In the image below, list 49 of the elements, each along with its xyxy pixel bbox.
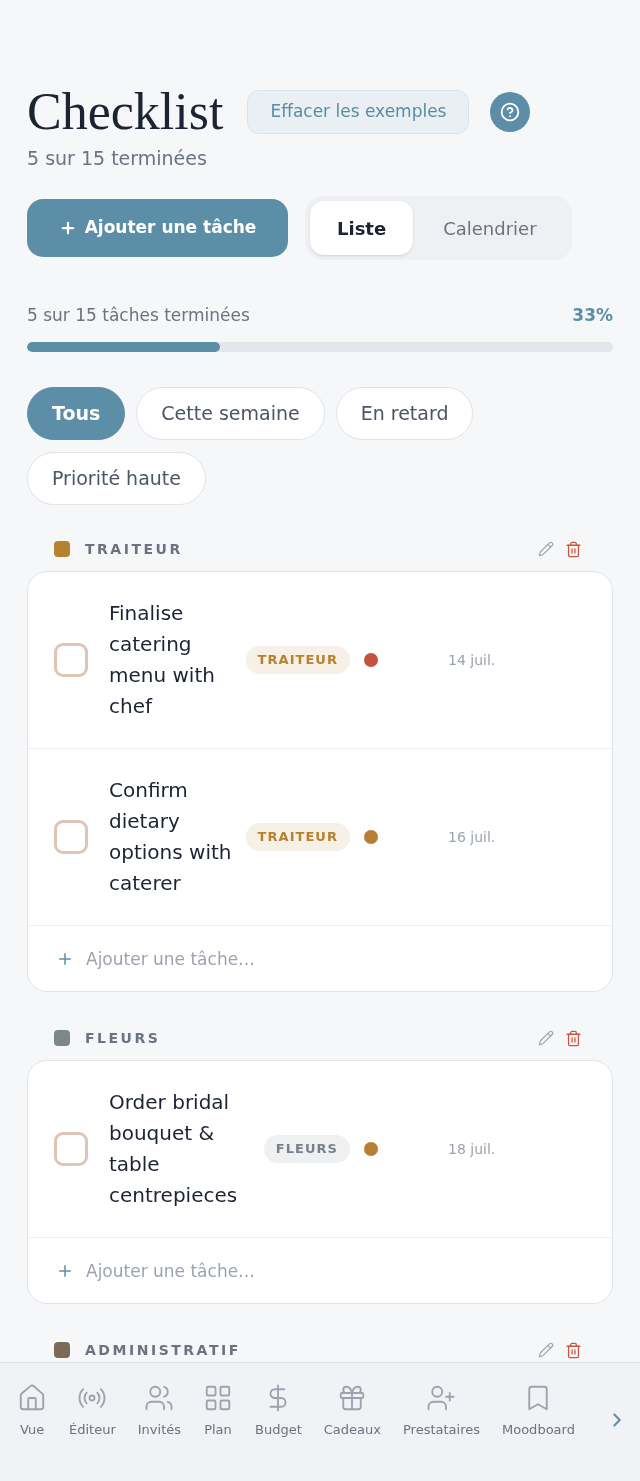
task-title: Finalise catering menu with chef	[109, 600, 216, 720]
clear-examples-button[interactable]: Effacer les exemples	[247, 90, 470, 134]
add-person-icon	[426, 1383, 457, 1413]
pencil-icon[interactable]	[538, 1342, 554, 1358]
page-title: Checklist	[27, 82, 224, 142]
view-tab[interactable]: Liste	[310, 201, 414, 255]
trash-icon[interactable]	[565, 540, 582, 558]
category-title: FLEURS	[85, 1028, 161, 1048]
filter-chip[interactable]: Cette semaine	[136, 387, 325, 440]
pencil-icon[interactable]	[538, 1030, 554, 1046]
trash-icon[interactable]	[565, 1341, 582, 1359]
category-tag: TRAITEUR	[245, 823, 350, 851]
progress-label: 5 sur 15 tâches terminées	[27, 304, 250, 327]
task-checkbox[interactable]	[54, 1132, 88, 1166]
task-checkbox[interactable]	[54, 643, 88, 677]
add-task-button[interactable]: Ajouter une tâche	[27, 199, 288, 257]
completion-summary: 5 sur 15 terminées	[27, 146, 208, 171]
trash-icon[interactable]	[565, 1029, 582, 1047]
nav-item[interactable]: Invités	[126, 1383, 192, 1439]
filter-chip[interactable]: Priorité haute	[27, 452, 206, 505]
progress-percent: 33%	[572, 304, 613, 327]
add-task-field[interactable]: Ajouter une tâche…	[86, 1255, 592, 1286]
filter-chip[interactable]: Tous	[27, 387, 126, 440]
nav-item[interactable]: Vue	[6, 1383, 58, 1439]
help-icon	[500, 102, 521, 122]
people-icon	[144, 1383, 175, 1413]
due-date: 18 juil.	[448, 1139, 496, 1159]
nav-item[interactable]: Budget	[244, 1383, 313, 1439]
grid-icon	[203, 1383, 233, 1413]
view-tab[interactable]: Calendrier	[413, 201, 567, 255]
category-tag: FLEURS	[263, 1135, 350, 1163]
task-title: Order bridal bouquet & table centrepieces	[109, 1089, 239, 1209]
due-date: 14 juil.	[448, 650, 496, 670]
nav-item[interactable]: Moodboard	[491, 1383, 586, 1439]
category-title: TRAITEUR	[85, 539, 183, 559]
house-icon	[17, 1383, 47, 1413]
nav-item[interactable]: Plan	[192, 1383, 244, 1439]
filter-chip[interactable]: En retard	[335, 387, 474, 440]
help-button[interactable]	[490, 92, 531, 132]
nav-item[interactable]: Prestataires	[392, 1383, 491, 1439]
nav-item[interactable]: Éditeur	[58, 1383, 127, 1439]
category-tag: TRAITEUR	[245, 646, 350, 674]
task-title: Confirm dietary options with caterer	[109, 777, 233, 897]
task-checkbox[interactable]	[54, 820, 88, 854]
pencil-icon[interactable]	[538, 541, 554, 557]
add-task-field[interactable]: Ajouter une tâche…	[86, 943, 592, 974]
nav-item[interactable]: Cadeaux	[312, 1383, 392, 1439]
due-date: 16 juil.	[448, 827, 496, 847]
category-title: ADMINISTRATIF	[85, 1340, 241, 1360]
